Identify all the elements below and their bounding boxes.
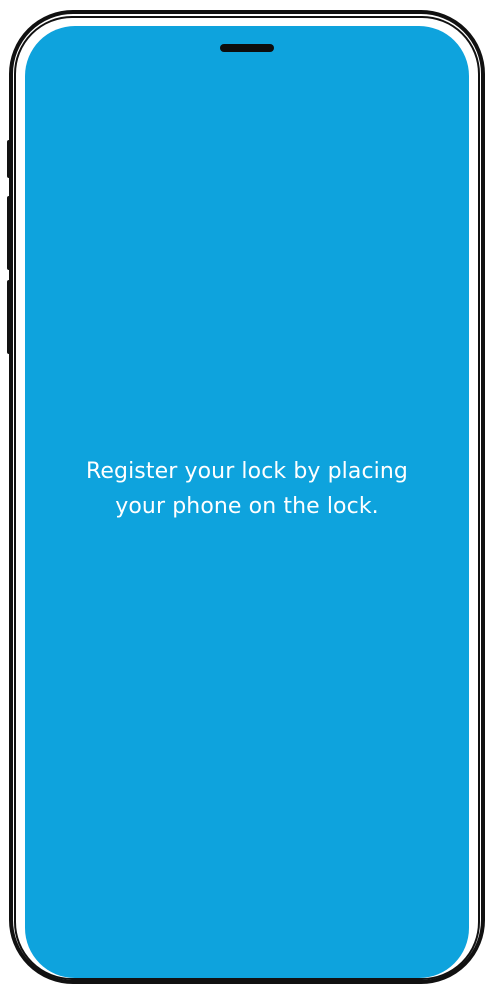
- message-line-2: your phone on the lock.: [115, 494, 379, 519]
- message-line-1: Register your lock by placing: [86, 459, 408, 484]
- speaker-notch-icon: [220, 44, 274, 52]
- phone-mockup: Register your lock by placing your phone…: [0, 0, 490, 989]
- register-lock-message: Register your lock by placing your phone…: [25, 454, 469, 524]
- phone-screen: Register your lock by placing your phone…: [25, 26, 469, 978]
